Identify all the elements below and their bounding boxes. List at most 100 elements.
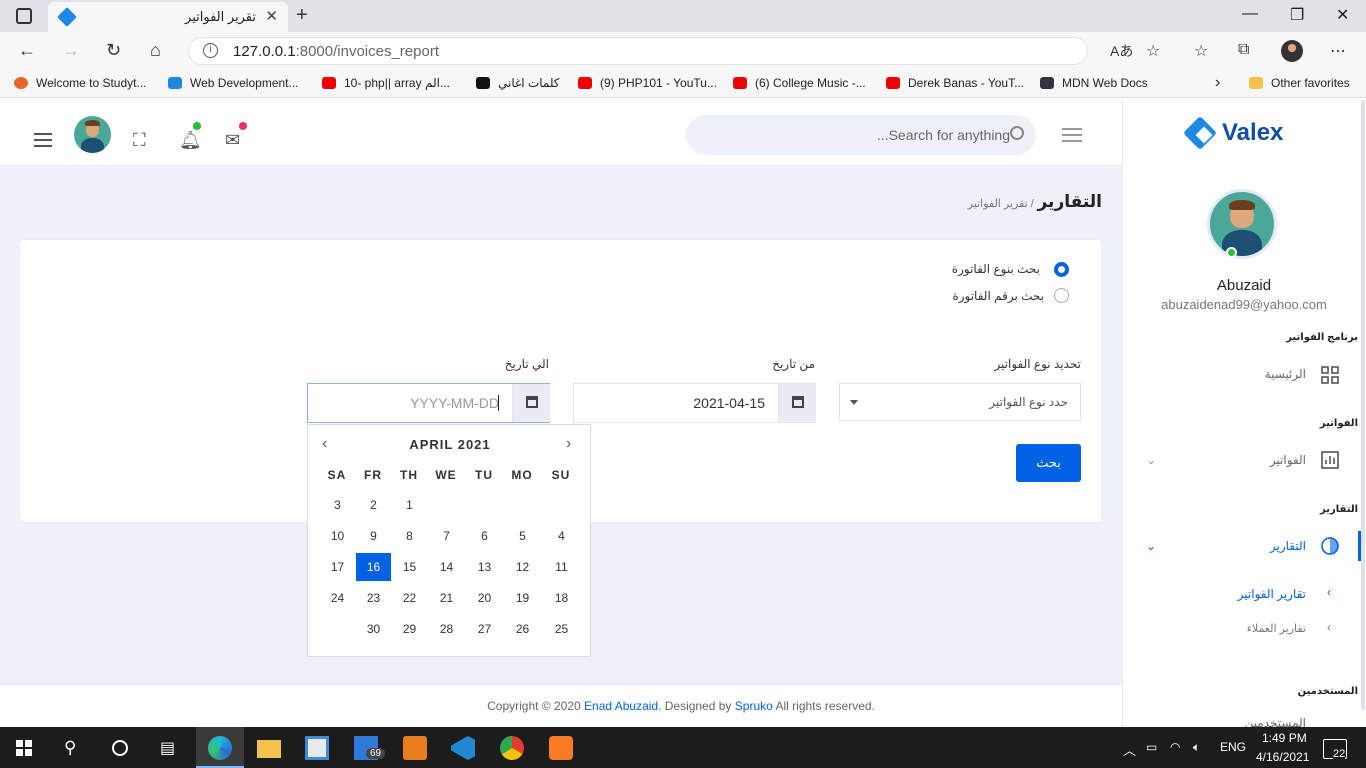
- calendar-day[interactable]: 9: [356, 522, 391, 550]
- more-options-icon[interactable]: ⋯: [1330, 41, 1346, 61]
- calendar-day[interactable]: 3: [320, 491, 355, 519]
- url-field[interactable]: i 127.0.0.1:8000/invoices_report: [188, 37, 1088, 65]
- other-favorites[interactable]: Other favorites: [1249, 76, 1350, 90]
- submenu-customer-reports[interactable]: تقارير العملاء: [1247, 622, 1306, 635]
- calendar-day[interactable]: 20: [467, 584, 502, 612]
- calendar-day[interactable]: 28: [429, 615, 464, 643]
- submenu-invoice-reports[interactable]: تقارير الفواتير: [1238, 587, 1306, 601]
- calendar-day[interactable]: 14: [429, 553, 464, 581]
- bookmark-mdn[interactable]: MDN Web Docs: [1040, 76, 1148, 90]
- search-button[interactable]: بحث: [1016, 444, 1081, 482]
- calendar-day[interactable]: 23: [356, 584, 391, 612]
- radio-search-by-number-label[interactable]: بحث برقم الفاتورة: [952, 289, 1044, 303]
- read-aloud-icon[interactable]: Aあ: [1110, 41, 1133, 61]
- calendar-day[interactable]: 13: [467, 553, 502, 581]
- edge-icon[interactable]: [208, 736, 232, 760]
- bookmark-lyrics[interactable]: كلمات اغاني: [476, 76, 560, 90]
- bookmark-college-music[interactable]: (6) College Music -...: [733, 76, 866, 90]
- radio-search-by-type-label[interactable]: بحث بنوع الفاتورة: [952, 262, 1040, 276]
- selected-day[interactable]: 16: [356, 553, 391, 581]
- calendar-icon[interactable]: [512, 384, 550, 422]
- calendar-day[interactable]: 5: [505, 522, 540, 550]
- sidebar-item-reports[interactable]: التقارير: [1270, 539, 1306, 553]
- mail-icon[interactable]: ✉: [225, 130, 240, 151]
- bookmarks-overflow-icon[interactable]: ›: [1215, 74, 1220, 92]
- right-menu-icon[interactable]: [1062, 128, 1082, 146]
- new-tab-icon[interactable]: +: [296, 4, 308, 27]
- sidebar-item-invoices[interactable]: الفواتير: [1270, 453, 1306, 467]
- footer-author-link[interactable]: Enad Abuzaid: [584, 699, 658, 713]
- header-avatar[interactable]: [74, 116, 111, 153]
- minimize-icon[interactable]: —: [1242, 5, 1258, 23]
- clock-date[interactable]: 4/16/2021: [1256, 750, 1309, 764]
- calendar-day[interactable]: 11: [544, 553, 579, 581]
- bookmark-derek-banas[interactable]: Derek Banas - YouT...: [886, 76, 1024, 90]
- search-icon[interactable]: [1010, 126, 1024, 140]
- global-search[interactable]: Search for anything...: [686, 115, 1036, 155]
- radio-search-by-number[interactable]: [1054, 288, 1069, 303]
- scrollbar[interactable]: [1361, 100, 1365, 710]
- calendar-day[interactable]: 22: [392, 584, 427, 612]
- calendar-day[interactable]: 19: [505, 584, 540, 612]
- clock-time[interactable]: 1:49 PM: [1262, 731, 1307, 745]
- invoice-type-select[interactable]: حدد نوع الفواتير: [839, 383, 1081, 421]
- cortana-icon[interactable]: [112, 740, 128, 756]
- home-icon[interactable]: ⌂: [150, 40, 161, 61]
- sidebar-item-users[interactable]: المستخدمين: [1245, 716, 1306, 727]
- browser-tab[interactable]: تقرير الفواتير ✕: [48, 2, 288, 32]
- sidebar-item-home[interactable]: الرئيسية: [1265, 367, 1306, 381]
- bookmark-php101[interactable]: (9) PHP101 - YouTu...: [578, 76, 717, 90]
- radio-search-by-type[interactable]: [1054, 262, 1069, 277]
- volume-icon[interactable]: 🔈︎: [1193, 740, 1200, 755]
- tray-chevron-icon[interactable]: ︿: [1123, 740, 1136, 759]
- store-icon[interactable]: [305, 736, 329, 760]
- invoices-chevron-icon[interactable]: ⌄: [1146, 453, 1156, 467]
- profile-avatar[interactable]: [1281, 40, 1303, 62]
- from-date-field[interactable]: 2021-04-15: [573, 383, 816, 423]
- calendar-day[interactable]: 17: [320, 553, 355, 581]
- calendar-day[interactable]: 7: [429, 522, 464, 550]
- collections-icon[interactable]: ⧉: [1238, 41, 1249, 59]
- close-tab-icon[interactable]: ✕: [265, 7, 278, 25]
- notification-bell-icon[interactable]: 🔔︎: [179, 130, 202, 151]
- calendar-day[interactable]: 12: [505, 553, 540, 581]
- reports-chevron-icon[interactable]: ⌄: [1146, 539, 1156, 553]
- fullscreen-icon[interactable]: ⛶: [133, 130, 146, 151]
- calendar-day[interactable]: 24: [320, 584, 355, 612]
- footer-designer-link[interactable]: Spruko: [735, 699, 773, 713]
- bookmark-studytonight[interactable]: Welcome to Studyt...: [14, 76, 147, 90]
- wifi-icon[interactable]: ◠: [1170, 740, 1180, 754]
- favorites-icon[interactable]: ☆: [1194, 41, 1208, 61]
- menu-toggle-icon[interactable]: [34, 133, 52, 151]
- close-window-icon[interactable]: ✕: [1336, 5, 1349, 25]
- calendar-day[interactable]: 15: [392, 553, 427, 581]
- bookmark-udemy[interactable]: Web Development...: [168, 76, 299, 90]
- calendar-day[interactable]: 1: [392, 491, 427, 519]
- sidebar-avatar[interactable]: [1207, 189, 1277, 259]
- sublime-icon[interactable]: [403, 736, 427, 760]
- next-month-icon[interactable]: ›: [566, 435, 571, 453]
- back-icon[interactable]: ←: [18, 40, 36, 61]
- bookmark-php-array[interactable]: 10- php|| array الم...: [322, 76, 450, 90]
- calendar-day[interactable]: 10: [320, 522, 355, 550]
- site-info-icon[interactable]: i: [203, 43, 218, 58]
- chrome-icon[interactable]: [500, 736, 524, 760]
- calendar-day[interactable]: 27: [467, 615, 502, 643]
- battery-icon[interactable]: ▭: [1146, 740, 1157, 754]
- tab-actions-icon[interactable]: [16, 8, 32, 24]
- calendar-day[interactable]: 6: [467, 522, 502, 550]
- windows-start-icon[interactable]: [16, 740, 32, 756]
- task-view-icon[interactable]: ▤: [160, 738, 175, 758]
- file-explorer-icon[interactable]: [257, 740, 281, 758]
- maximize-icon[interactable]: ❐: [1290, 5, 1304, 25]
- calendar-day[interactable]: 26: [505, 615, 540, 643]
- calendar-day[interactable]: 21: [429, 584, 464, 612]
- search-icon[interactable]: ⚲: [64, 738, 76, 758]
- calendar-day[interactable]: 18: [544, 584, 579, 612]
- calendar-icon[interactable]: [778, 384, 816, 422]
- xampp-icon[interactable]: [549, 736, 573, 760]
- calendar-day[interactable]: 29: [392, 615, 427, 643]
- calendar-day[interactable]: 30: [356, 615, 391, 643]
- language-indicator[interactable]: ENG: [1220, 740, 1246, 754]
- add-favorite-icon[interactable]: ☆: [1146, 41, 1160, 61]
